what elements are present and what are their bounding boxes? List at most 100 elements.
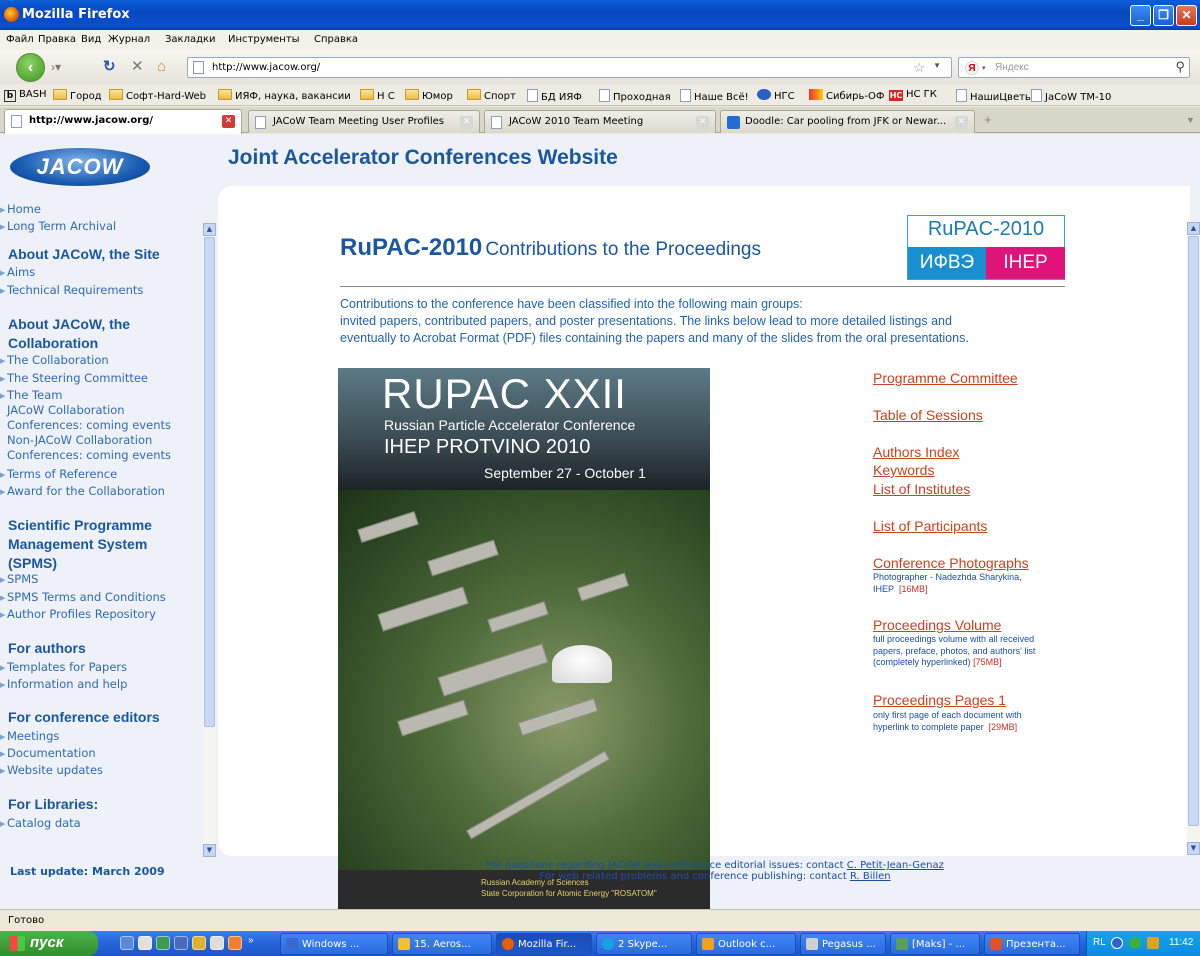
clock[interactable]: 11:42 xyxy=(1169,937,1193,948)
tab-user-profiles[interactable]: JACoW Team Meeting User Profiles ✕ xyxy=(248,110,480,133)
main-scrollbar[interactable]: ▲ ▼ xyxy=(1187,222,1200,856)
quicklaunch-icon[interactable] xyxy=(192,936,206,950)
bookmark-folder[interactable]: Софт-Hard-Web xyxy=(109,89,206,102)
scroll-up-icon[interactable]: ▲ xyxy=(203,223,216,236)
sidebar-link-non-jacow-conferences[interactable]: ▶Non-JACoW Collaboration Conferences: co… xyxy=(0,433,205,462)
home-icon[interactable]: ⌂ xyxy=(157,59,166,75)
sidebar-scroll-thumb[interactable] xyxy=(204,237,215,727)
contact-billen-link[interactable]: R. Billen xyxy=(850,871,891,882)
bookmark-folder[interactable]: Город xyxy=(53,89,102,102)
sidebar-link-spms[interactable]: ▶ SPMS xyxy=(0,572,38,587)
quicklaunch-icon[interactable] xyxy=(138,936,152,950)
bookmark-star-icon[interactable]: ☆ xyxy=(913,60,925,76)
scroll-up-icon[interactable]: ▲ xyxy=(1187,222,1200,235)
taskbar-item[interactable]: 2 Skype... xyxy=(596,933,692,955)
taskbar-item[interactable]: Pegasus ... xyxy=(800,933,886,955)
table-of-sessions-link[interactable]: Table of Sessions xyxy=(873,407,983,423)
close-tab-icon[interactable]: ✕ xyxy=(696,116,709,129)
taskbar-item[interactable]: Презента... xyxy=(984,933,1080,955)
new-tab-button[interactable]: + xyxy=(984,112,992,127)
sidebar-link-spms-terms[interactable]: ▶ SPMS Terms and Conditions xyxy=(0,590,166,605)
tab-team-meeting[interactable]: JACoW 2010 Team Meeting ✕ xyxy=(484,110,716,133)
language-indicator[interactable]: RL xyxy=(1093,937,1106,948)
quicklaunch-icon[interactable] xyxy=(210,936,224,950)
sidebar-link-jacow-conferences[interactable]: ▶JACoW Collaboration Conferences: coming… xyxy=(0,403,200,432)
bookmark-item[interactable]: НС НС ГК xyxy=(889,89,937,101)
bookmark-item[interactable]: b BASH xyxy=(4,89,47,102)
maximize-button[interactable]: ❐ xyxy=(1153,5,1174,26)
contact-petit-jean-genaz-link[interactable]: C. Petit-Jean-Genaz xyxy=(847,860,944,871)
sidebar-link-catalog-data[interactable]: ▶ Catalog data xyxy=(0,816,81,831)
menu-bookmarks[interactable]: Закладки xyxy=(165,34,216,45)
tab-jacow-home[interactable]: http://www.jacow.org/ ✕ xyxy=(4,109,242,134)
tab-list-dropdown-icon[interactable]: ▼ xyxy=(1186,115,1195,125)
taskbar-item[interactable]: Windows ... xyxy=(280,933,388,955)
scroll-down-icon[interactable]: ▼ xyxy=(1187,842,1200,855)
quicklaunch-icon[interactable] xyxy=(228,936,242,950)
conference-photographs-link[interactable]: Conference Photographs xyxy=(873,555,1029,571)
authors-index-link[interactable]: Authors Index xyxy=(873,444,959,460)
sidebar-link-long-term-archival[interactable]: ▶ Long Term Archival xyxy=(0,219,116,234)
tray-icon[interactable] xyxy=(1111,937,1123,949)
tray-icon[interactable] xyxy=(1129,937,1141,949)
sidebar-link-website-updates[interactable]: ▶ Website updates xyxy=(0,763,103,778)
sidebar-link-terms-of-reference[interactable]: ▶ Terms of Reference xyxy=(0,467,117,482)
menu-view[interactable]: Вид xyxy=(81,34,101,45)
programme-committee-link[interactable]: Programme Committee xyxy=(873,370,1018,386)
close-window-button[interactable]: ✕ xyxy=(1176,5,1197,26)
sidebar-link-award[interactable]: ▶ Award for the Collaboration xyxy=(0,484,165,499)
tab-doodle[interactable]: Doodle: Car pooling from JFK or Newar...… xyxy=(720,110,975,133)
menu-edit[interactable]: Правка xyxy=(38,34,76,45)
taskbar-item[interactable]: 15. Aeros... xyxy=(392,933,492,955)
sidebar-link-documentation[interactable]: ▶ Documentation xyxy=(0,746,96,761)
start-button[interactable]: пуск xyxy=(0,931,98,956)
sidebar-link-meetings[interactable]: ▶ Meetings xyxy=(0,729,59,744)
keywords-link[interactable]: Keywords xyxy=(873,462,934,478)
close-tab-icon[interactable]: ✕ xyxy=(955,116,968,129)
sidebar-link-team[interactable]: ▶ The Team xyxy=(0,388,62,403)
bookmark-item[interactable]: JaCoW TM-10 xyxy=(1031,89,1111,103)
search-engine-dropdown-icon[interactable]: ▾ xyxy=(982,64,986,72)
bookmark-folder[interactable]: Спорт xyxy=(467,89,516,102)
sidebar-link-templates[interactable]: ▶ Templates for Papers xyxy=(0,660,127,675)
menu-help[interactable]: Справка xyxy=(314,34,358,45)
bookmark-item[interactable]: Проходная xyxy=(599,89,671,103)
window-titlebar[interactable]: Mozilla Firefox _ ❐ ✕ xyxy=(0,0,1200,30)
bookmark-item[interactable]: НашиЦветы xyxy=(956,89,1033,103)
main-scroll-thumb[interactable] xyxy=(1188,236,1199,826)
taskbar-item[interactable]: Outlook c... xyxy=(696,933,796,955)
back-button[interactable]: ‹ xyxy=(16,53,45,82)
url-dropdown-icon[interactable]: ▼ xyxy=(933,61,941,70)
sidebar-link-home[interactable]: ▶ Home xyxy=(0,202,41,217)
bookmark-item[interactable]: БД ИЯФ xyxy=(527,89,582,103)
bookmark-item[interactable]: НГС xyxy=(757,89,795,102)
url-text[interactable]: http://www.jacow.org/ xyxy=(212,62,320,73)
proceedings-volume-link[interactable]: Proceedings Volume xyxy=(873,617,1001,633)
scroll-down-icon[interactable]: ▼ xyxy=(203,844,216,857)
sidebar-link-collaboration[interactable]: ▶ The Collaboration xyxy=(0,353,109,368)
quicklaunch-icon[interactable] xyxy=(174,936,188,950)
taskbar-item-firefox[interactable]: Mozilla Fir... xyxy=(496,933,592,955)
sidebar-link-aims[interactable]: ▶ Aims xyxy=(0,265,35,280)
menu-history[interactable]: Журнал xyxy=(108,34,150,45)
menu-file[interactable]: Файл xyxy=(6,34,34,45)
bookmark-item[interactable]: Сибирь-ОФ xyxy=(809,89,884,102)
stop-icon[interactable]: ✕ xyxy=(131,59,144,75)
sidebar-link-author-profiles[interactable]: ▶ Author Profiles Repository xyxy=(0,607,156,622)
quicklaunch-icon[interactable] xyxy=(120,936,134,950)
sidebar-link-technical-requirements[interactable]: ▶ Technical Requirements xyxy=(0,283,143,298)
search-input[interactable]: Яндекс xyxy=(995,62,1029,73)
menu-tools[interactable]: Инструменты xyxy=(228,34,300,45)
quicklaunch-more-icon[interactable]: » xyxy=(248,935,254,946)
jacow-logo[interactable]: JACOW xyxy=(10,148,150,186)
proceedings-pages-link[interactable]: Proceedings Pages 1 xyxy=(873,692,1006,708)
tray-icon[interactable] xyxy=(1147,937,1159,949)
url-bar[interactable]: http://www.jacow.org/ ☆ ▼ xyxy=(187,57,952,78)
taskbar-item[interactable]: [Maks] - ... xyxy=(890,933,980,955)
bookmark-folder[interactable]: Юмор xyxy=(405,89,453,102)
search-icon[interactable]: ⚲ xyxy=(1175,59,1185,75)
close-tab-icon[interactable]: ✕ xyxy=(222,115,235,128)
bookmark-item[interactable]: Наше Всё! xyxy=(680,89,749,103)
sidebar-scrollbar[interactable]: ▲ ▼ xyxy=(203,223,216,858)
forward-button[interactable]: ›▾ xyxy=(51,59,61,75)
